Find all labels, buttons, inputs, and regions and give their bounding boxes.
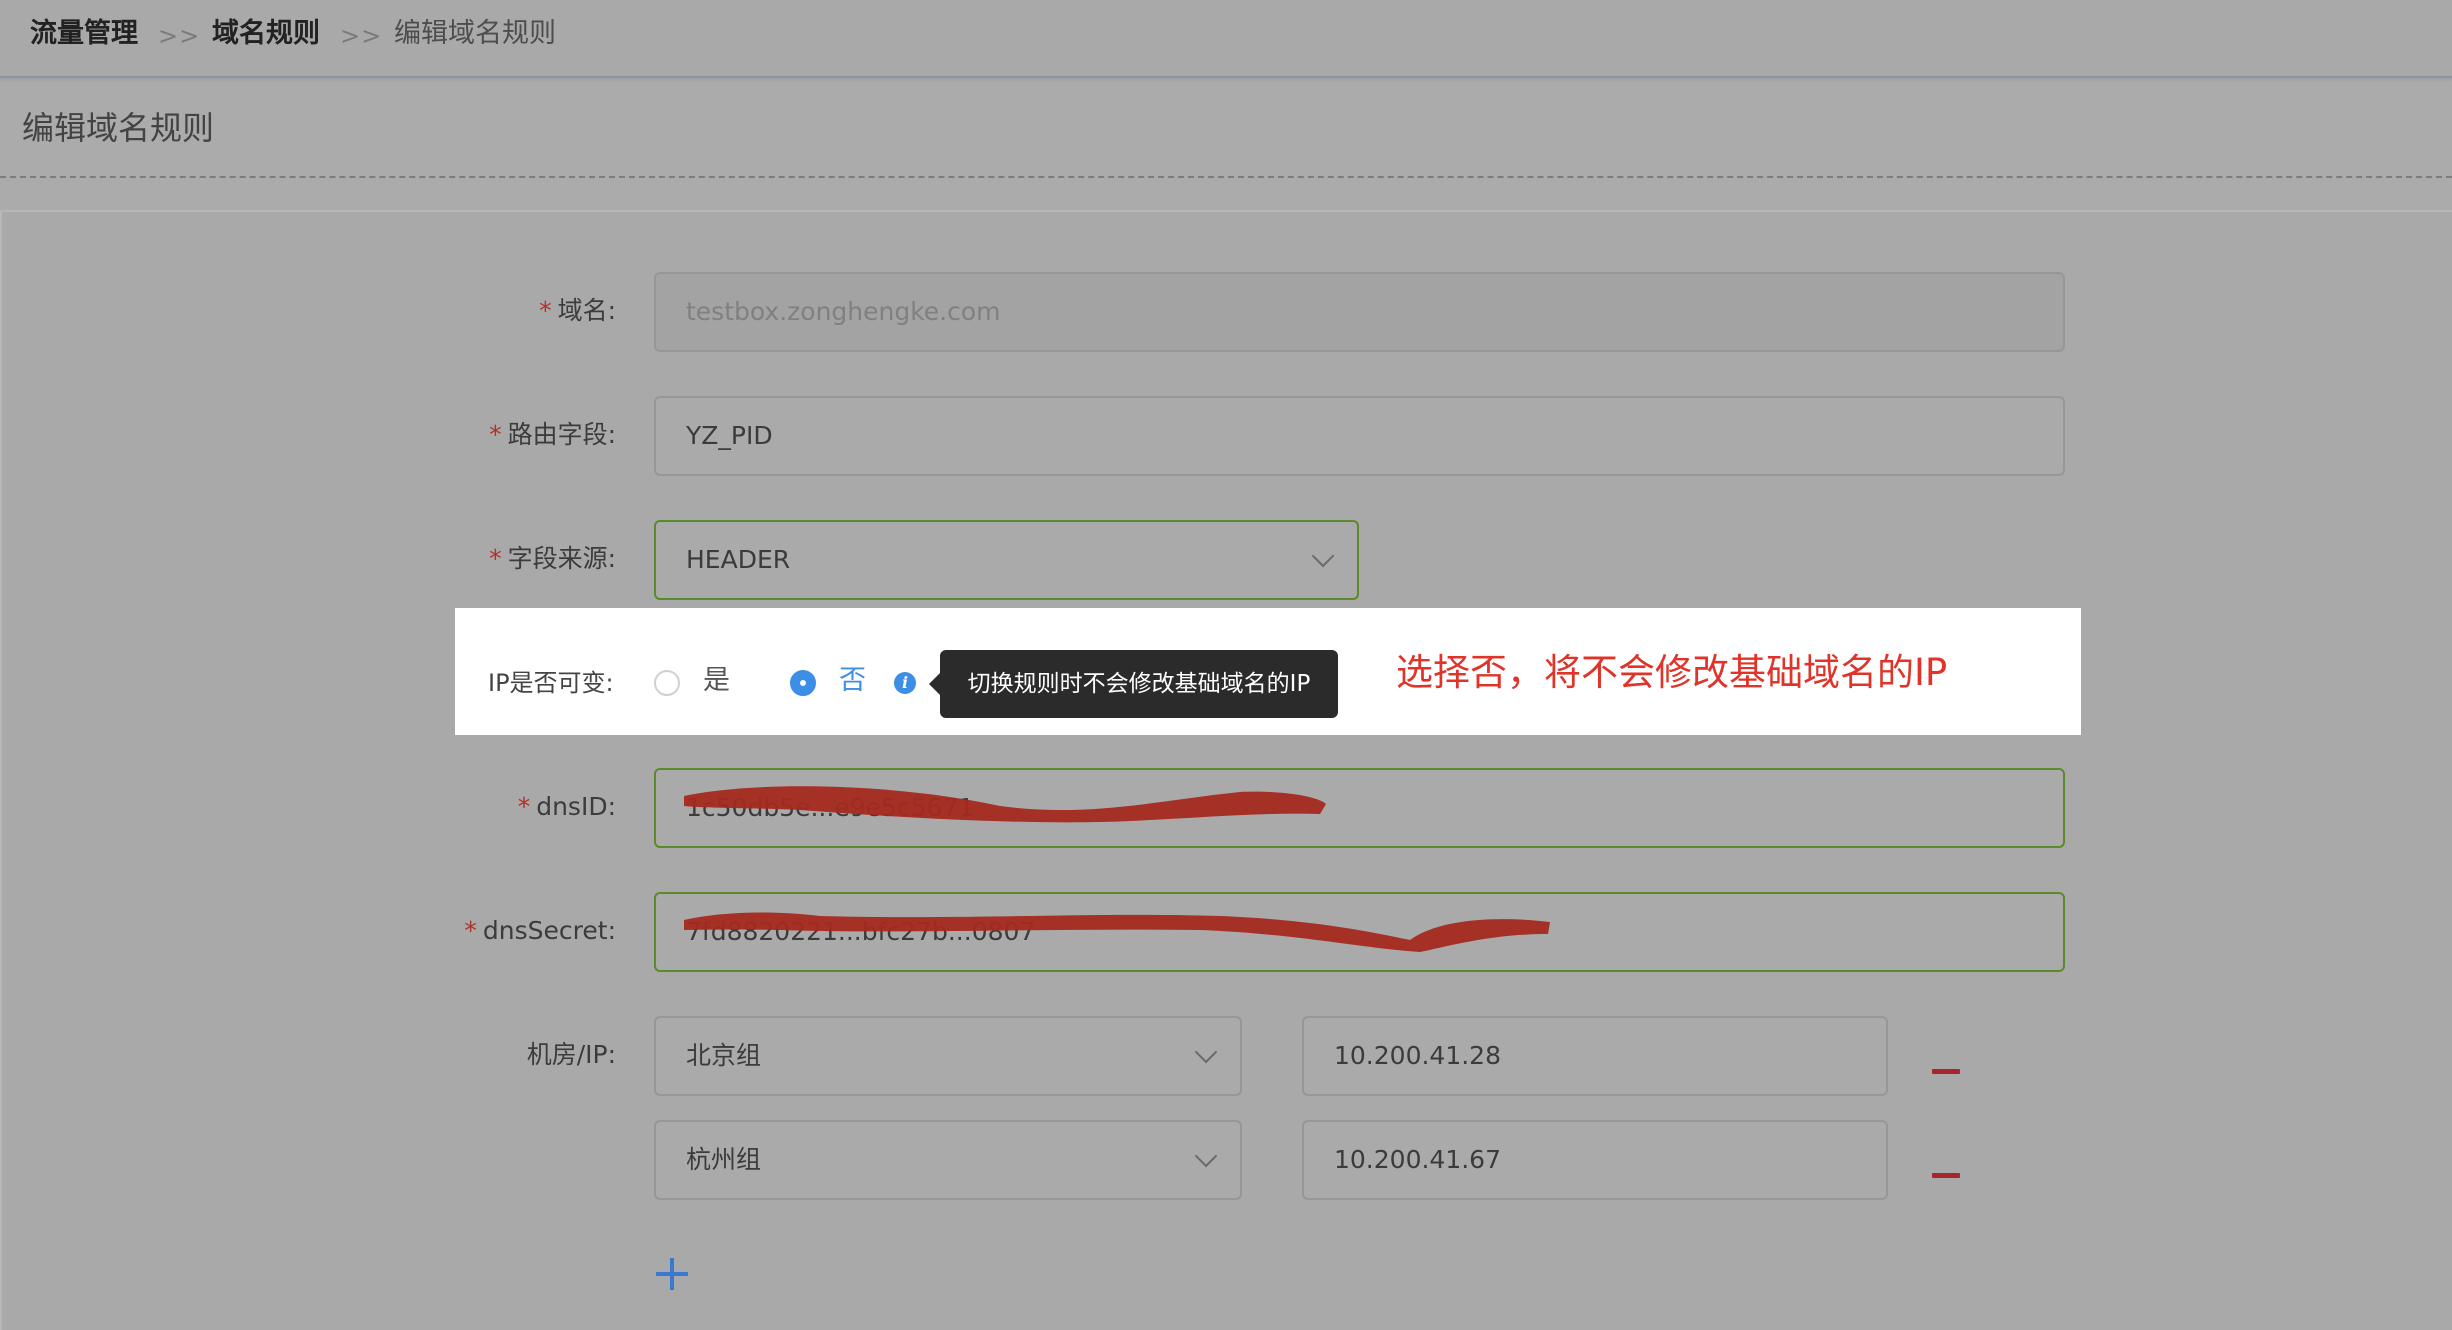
info-icon[interactable]: i [894,672,916,694]
remove-row-button[interactable] [1932,1069,1960,1074]
chevron-down-icon [1194,1040,1218,1064]
ip-mutable-label: IP是否可变: [488,669,614,697]
dns-secret-input[interactable]: 7fd8820221...bfc27b...0807 [654,892,2065,972]
chevron-down-icon [1311,544,1335,568]
divider [0,176,2452,178]
domain-label: * 域名: [539,296,616,325]
top-bar: 流量管理 >> 域名规则 >> 编辑域名规则 [0,0,2452,78]
room-select-2[interactable]: 杭州组 [654,1120,1242,1200]
field-source-value: HEADER [686,545,791,574]
room-ip-label: 机房/IP: [526,1040,616,1069]
dns-id-input[interactable]: 1c50db5e...e9e5c5671 [654,768,2065,848]
radio-no[interactable] [790,670,816,696]
dns-secret-label: * dnsSecret: [464,916,616,945]
field-source-select[interactable]: HEADER [654,520,1359,600]
tooltip: 切换规则时不会修改基础域名的IP [929,650,1338,718]
page-title: 编辑域名规则 [22,109,215,147]
breadcrumb-traffic-management[interactable]: 流量管理 [30,16,138,52]
ip-input-1[interactable]: 10.200.41.28 [1302,1016,1888,1096]
remove-row-button[interactable] [1932,1173,1960,1178]
route-field-input[interactable]: YZ_PID [654,396,2065,476]
radio-yes-label[interactable]: 是 [703,664,730,698]
breadcrumb-current: 编辑域名规则 [394,18,556,49]
dns-id-label: * dnsID: [517,792,616,821]
field-source-label: * 字段来源: [489,544,616,573]
room-value-1: 北京组 [686,1041,762,1070]
breadcrumb-separator: >> [158,22,201,50]
annotation-text: 选择否，将不会修改基础域名的IP [1396,651,1948,694]
ip-input-2[interactable]: 10.200.41.67 [1302,1120,1888,1200]
radio-yes[interactable] [654,670,680,696]
room-value-2: 杭州组 [686,1145,762,1174]
chevron-down-icon [1194,1144,1218,1168]
room-select-1[interactable]: 北京组 [654,1016,1242,1096]
domain-input[interactable]: testbox.zonghengke.com [654,272,2065,352]
breadcrumb-separator: >> [340,22,383,50]
radio-no-label[interactable]: 否 [839,664,866,698]
add-row-button[interactable] [656,1258,688,1290]
route-field-label: * 路由字段: [489,420,616,449]
breadcrumb-domain-rules[interactable]: 域名规则 [212,16,320,52]
